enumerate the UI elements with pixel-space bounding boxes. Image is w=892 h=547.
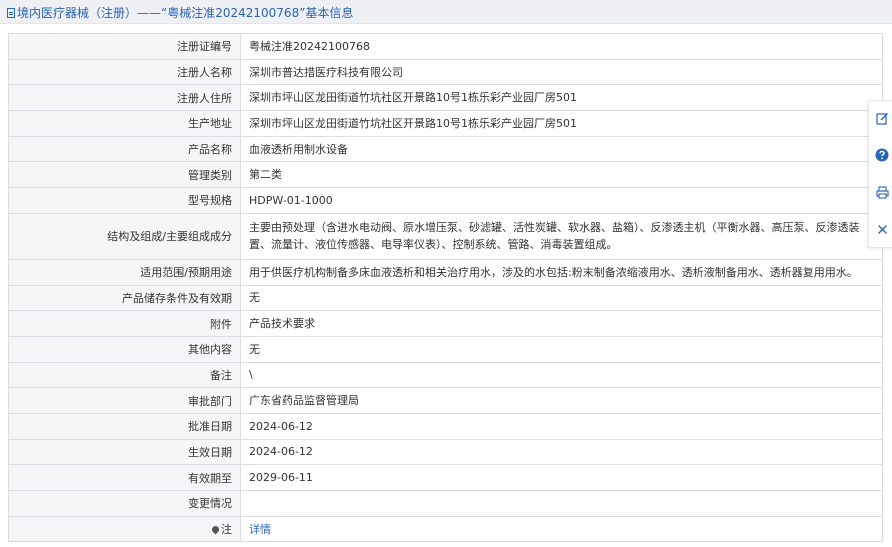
details-link[interactable]: 详情 [249,523,271,536]
table-row: 注册人住所 深圳市坪山区龙田街道竹坑社区开景路10号1栋乐彩产业园厂房501 [8,84,883,112]
document-icon [7,8,15,18]
row-label: 变更情况 [8,490,241,517]
row-value: 第二类 [240,161,883,189]
row-label: 适用范围/预期用途 [8,258,241,286]
table-row: 附件 产品技术要求 [8,310,883,337]
row-value: 2024-06-12 [240,412,883,440]
row-value: 无 [240,335,883,363]
row-value: HDPW-01-1000 [240,187,883,214]
table-row: 产品储存条件及有效期 无 [8,284,883,312]
row-value: 深圳市坪山区龙田街道竹坑社区开景路10号1栋乐彩产业园厂房501 [240,84,883,112]
note-value: 详情 [240,515,883,543]
table-row: 产品名称 血液透析用制水设备 [8,135,883,163]
row-label: 其他内容 [8,335,241,363]
table-row: 管理类别 第二类 [8,161,883,189]
row-label: 产品名称 [8,135,241,163]
side-toolbar [868,100,892,248]
table-row-note: 注 详情 [8,515,883,543]
row-value: 主要由预处理（含进水电动阀、原水增压泵、砂滤罐、活性炭罐、软水器、盐箱）、反渗透… [240,212,883,260]
pin-icon [210,524,221,535]
row-label: 结构及组成/主要组成成分 [8,212,241,260]
row-value: 深圳市坪山区龙田街道竹坑社区开景路10号1栋乐彩产业园厂房501 [240,110,883,137]
row-label: 注册人名称 [8,58,241,86]
close-icon[interactable] [873,220,891,238]
row-value: 广东省药品监督管理局 [240,387,883,414]
table-row: 备注 \ [8,361,883,389]
row-label: 型号规格 [8,187,241,214]
print-icon[interactable] [873,183,891,201]
table-row: 注册证编号 粤械注准20242100768 [8,33,883,60]
row-label: 管理类别 [8,161,241,189]
table-row: 有效期至 2029-06-11 [8,464,883,491]
table-row: 变更情况 [8,490,883,517]
row-value: 深圳市普达措医疗科技有限公司 [240,58,883,86]
note-label: 注 [8,515,241,543]
row-label: 附件 [8,310,241,337]
table-row: 型号规格 HDPW-01-1000 [8,187,883,214]
note-label-text: 注 [221,523,232,537]
row-value: 用于供医疗机构制备多床血液透析和相关治疗用水，涉及的水包括:粉末制备浓缩液用水、… [240,258,883,286]
info-table: 注册证编号 粤械注准20242100768 注册人名称 深圳市普达措医疗科技有限… [8,33,883,543]
row-label: 备注 [8,361,241,389]
table-row: 生效日期 2024-06-12 [8,438,883,466]
row-value: 粤械注准20242100768 [240,33,883,60]
page-title-text: 境内医疗器械（注册）——“粤械注准20242100768”基本信息 [17,6,354,20]
row-label: 生产地址 [8,110,241,137]
row-value: 血液透析用制水设备 [240,135,883,163]
row-value: \ [240,361,883,389]
table-row: 结构及组成/主要组成成分 主要由预处理（含进水电动阀、原水增压泵、砂滤罐、活性炭… [8,212,883,260]
row-label: 产品储存条件及有效期 [8,284,241,312]
table-row: 审批部门 广东省药品监督管理局 [8,387,883,414]
row-value: 无 [240,284,883,312]
row-label: 生效日期 [8,438,241,466]
page-header: 境内医疗器械（注册）——“粤械注准20242100768”基本信息 [0,0,892,24]
table-row: 适用范围/预期用途 用于供医疗机构制备多床血液透析和相关治疗用水，涉及的水包括:… [8,258,883,286]
row-label: 批准日期 [8,412,241,440]
row-label: 注册人住所 [8,84,241,112]
edit-icon[interactable] [873,109,891,127]
row-label: 有效期至 [8,464,241,491]
row-label: 注册证编号 [8,33,241,60]
table-row: 注册人名称 深圳市普达措医疗科技有限公司 [8,58,883,86]
row-value: 2029-06-11 [240,464,883,491]
table-row: 生产地址 深圳市坪山区龙田街道竹坑社区开景路10号1栋乐彩产业园厂房501 [8,110,883,137]
page-title: 境内医疗器械（注册）——“粤械注准20242100768”基本信息 [7,4,353,21]
row-value [240,490,883,517]
table-row: 其他内容 无 [8,335,883,363]
help-icon[interactable] [873,146,891,164]
row-value: 产品技术要求 [240,310,883,337]
table-row: 批准日期 2024-06-12 [8,412,883,440]
row-value: 2024-06-12 [240,438,883,466]
row-label: 审批部门 [8,387,241,414]
